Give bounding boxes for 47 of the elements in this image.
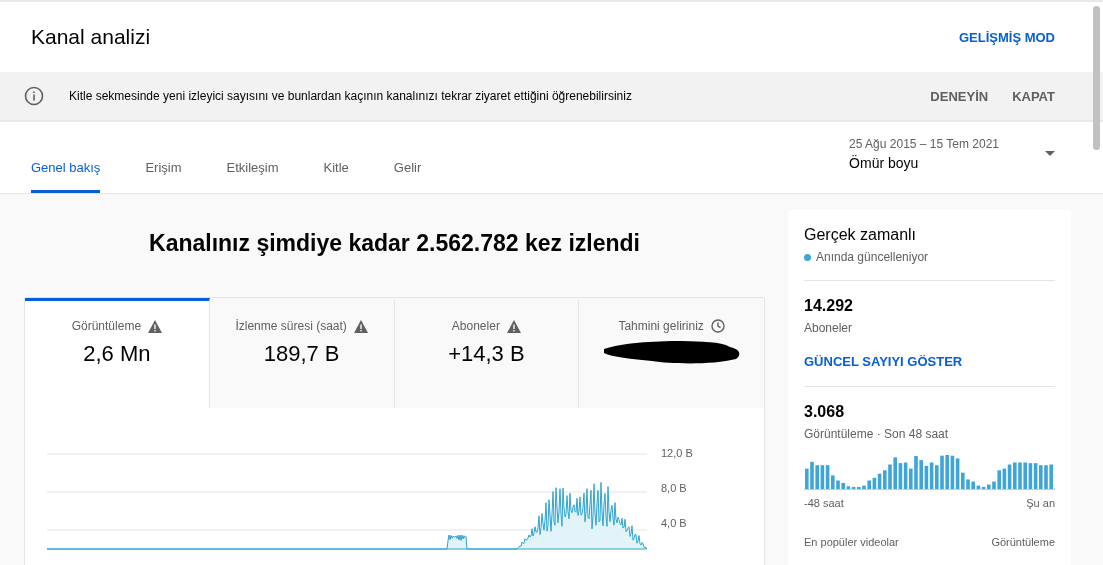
nav-tab[interactable]: Genel bakış <box>31 160 101 193</box>
column-header: En popüler videolar <box>804 536 899 548</box>
axis-label: Şu an <box>1026 497 1055 509</box>
live-dot-icon <box>804 253 811 261</box>
axis-label: 4,0 B <box>661 517 688 529</box>
axis-label: 12,0 B <box>661 447 693 459</box>
metric-value: 2,6 Mn <box>83 341 151 367</box>
nav-tab[interactable]: Kitle <box>323 160 349 193</box>
metric-label: Görüntüleme <box>71 319 142 333</box>
axis-label: 8,0 B <box>661 482 688 494</box>
metric-tab[interactable]: Tahmini geliriniz <box>579 298 764 408</box>
count-label: Aboneler <box>804 321 854 335</box>
date-range: 25 Ağu 2015 – 15 Tem 2021 <box>849 136 999 151</box>
period-label: Ömür boyu <box>849 154 920 171</box>
warning-icon <box>148 319 163 333</box>
subscriber-count: 14.292 <box>804 297 854 315</box>
metric-label: Aboneler <box>451 319 500 333</box>
count-label: Görüntüleme · Son 48 saat <box>804 427 950 441</box>
metric-tab[interactable]: Aboneler +14,3 B <box>394 298 580 408</box>
axis-label: -48 saat <box>804 497 844 509</box>
info-icon <box>24 86 44 106</box>
banner-message: Kitle sekmesinde yeni izleyici sayısını ve bunlardan kaçının kanalınızı tekrar ziyaret ettiğini öğrenebilirsiniz <box>69 89 633 103</box>
card-title: Gerçek zamanlı <box>804 226 918 244</box>
banner-action[interactable]: KAPAT <box>1012 88 1055 104</box>
warning-icon <box>506 319 521 333</box>
headline: Kanalınız şimdiye kadar 2.562.782 kez izlendi <box>148 230 641 257</box>
status-text: Anında güncelleniyor <box>816 250 929 264</box>
metric-tab[interactable]: İzlenme süresi (saat) 189,7 B <box>209 298 395 408</box>
dropdown-icon <box>1045 151 1055 156</box>
metric-label: İzlenme süresi (saat) <box>235 319 347 333</box>
nav-tab[interactable]: Etkileşim <box>226 160 279 193</box>
nav-tab[interactable]: Erişim <box>145 160 182 193</box>
page-title: Kanal analizi <box>31 25 151 49</box>
metric-value: +14,3 B <box>448 341 525 367</box>
scrollbar[interactable] <box>1093 6 1100 150</box>
warning-icon <box>353 319 368 333</box>
view-count: 3.068 <box>804 403 846 421</box>
metric-label: Tahmini geliriniz <box>618 319 704 333</box>
banner-action[interactable]: DENEYİN <box>930 88 989 104</box>
column-header: Görüntüleme <box>991 536 1055 548</box>
date-range-picker[interactable]: 25 Ağu 2015 – 15 Tem 2021 Ömür boyu <box>849 136 1055 171</box>
clock-icon <box>710 319 725 333</box>
metric-tab[interactable]: Görüntüleme 2,6 Mn <box>25 298 210 408</box>
metric-value: 189,7 B <box>263 341 340 367</box>
nav-tab[interactable]: Gelir <box>393 160 422 193</box>
show-count-link[interactable]: GÜNCEL SAYIYI GÖSTER <box>804 354 963 369</box>
advanced-mode-link[interactable]: GELİŞMİŞ MOD <box>958 29 1055 45</box>
